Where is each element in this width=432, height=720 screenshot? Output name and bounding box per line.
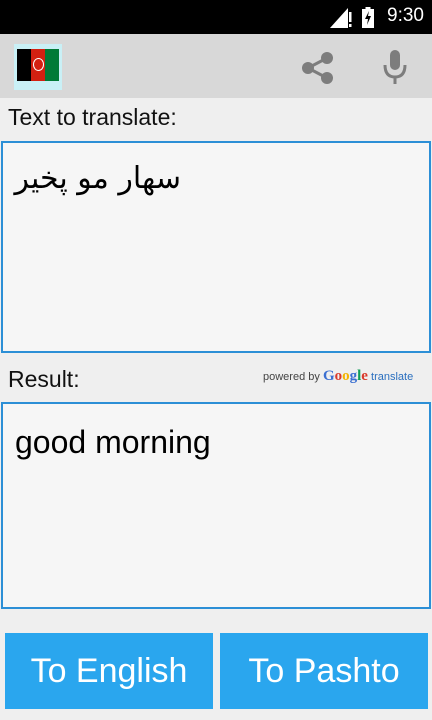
battery-charging-icon	[362, 7, 374, 28]
to-pashto-button[interactable]: To Pashto	[220, 633, 428, 709]
translate-wordmark: translate	[371, 371, 414, 383]
google-logo: Google	[322, 368, 368, 384]
result-field[interactable]: good morning	[1, 402, 431, 609]
microphone-icon[interactable]	[380, 48, 410, 88]
to-english-button[interactable]: To English	[5, 633, 213, 709]
signal-icon	[330, 8, 352, 28]
clock: 9:30	[387, 5, 424, 26]
status-bar: 9:30	[0, 0, 432, 34]
app-logo[interactable]	[14, 44, 62, 90]
powered-by-text: powered by	[263, 371, 320, 383]
translate-input-field[interactable]: سهار مو پخير	[1, 141, 431, 353]
result-label: Result:	[8, 366, 80, 392]
share-icon[interactable]	[300, 50, 336, 86]
action-bar	[0, 34, 432, 98]
input-label: Text to translate:	[8, 104, 177, 130]
google-translate-attribution: powered by Google translate	[263, 368, 413, 385]
result-text: good morning	[15, 424, 211, 460]
afghanistan-flag-icon	[17, 49, 59, 81]
input-text: سهار مو پخير	[14, 161, 181, 196]
